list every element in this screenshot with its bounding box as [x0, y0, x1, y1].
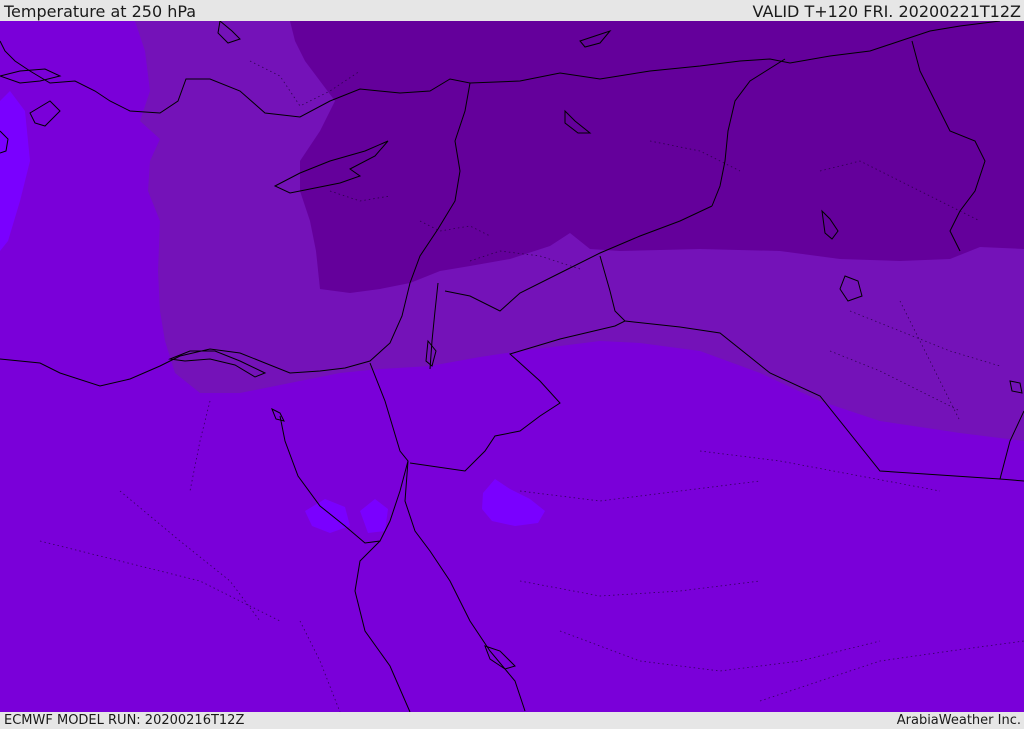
footer-bar: ECMWF MODEL RUN: 20200216T12Z ArabiaWeat… [0, 712, 1024, 729]
model-run: ECMWF MODEL RUN: 20200216T12Z [4, 713, 245, 728]
temperature-map [0, 21, 1024, 712]
credit-label: ArabiaWeather Inc. [896, 713, 1021, 728]
header-bar: Temperature at 250 hPa VALID T+120 FRI. … [0, 0, 1024, 21]
